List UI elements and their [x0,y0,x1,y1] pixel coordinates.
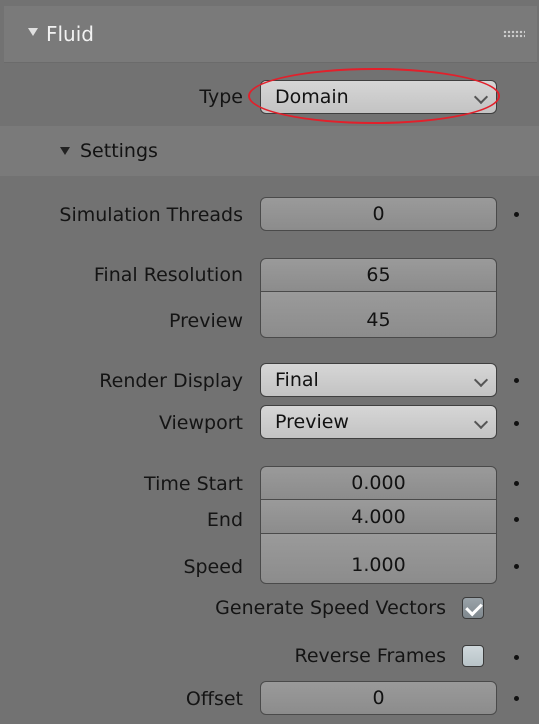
keyframe-dot-icon[interactable] [514,212,519,217]
simulation-threads-label: Simulation Threads [59,204,243,226]
final-resolution-label: Final Resolution [93,264,243,286]
keyframe-dot-icon[interactable] [514,481,519,486]
reverse-frames-label: Reverse Frames [294,645,446,667]
keyframe-dot-icon[interactable] [514,564,519,569]
speed-label: Speed [183,556,243,578]
expand-triangle-icon[interactable] [60,147,70,155]
generate-speed-vectors-checkbox[interactable] [462,597,484,619]
type-label: Type [199,86,243,108]
end-field[interactable]: 4.000 [260,500,497,534]
final-resolution-field[interactable]: 65 [260,258,497,292]
render-display-dropdown[interactable]: Final [260,363,497,397]
keyframe-dot-icon[interactable] [514,696,519,701]
expand-triangle-icon[interactable] [28,28,38,36]
simulation-threads-value: 0 [372,203,385,225]
viewport-label: Viewport [158,412,243,434]
keyframe-dot-icon[interactable] [514,421,519,426]
fluid-panel-header[interactable]: Fluid [4,6,537,63]
chevron-down-icon [473,414,489,430]
time-start-label: Time Start [144,473,243,495]
render-display-label: Render Display [99,370,243,392]
render-display-value: Final [275,369,319,391]
keyframe-dot-icon[interactable] [514,517,519,522]
offset-field[interactable]: 0 [260,681,497,715]
final-resolution-value: 65 [366,264,391,286]
simulation-threads-field[interactable]: 0 [260,197,497,231]
preview-resolution-field[interactable]: 45 [260,292,497,338]
type-dropdown[interactable]: Domain [260,80,497,114]
panel-title: Fluid [46,22,94,46]
time-start-value: 0.000 [351,472,406,494]
offset-label: Offset [185,688,243,710]
end-label: End [206,509,243,531]
keyframe-dot-icon[interactable] [514,655,519,660]
fluid-panel: Fluid Type Domain Settings Simulation Th… [0,0,539,724]
chevron-down-icon [473,372,489,388]
end-value: 4.000 [351,505,406,528]
viewport-dropdown[interactable]: Preview [260,405,497,439]
type-value: Domain [275,86,349,108]
speed-field[interactable]: 1.000 [260,534,497,584]
settings-title: Settings [80,140,158,162]
keyframe-dot-icon[interactable] [514,378,519,383]
speed-value: 1.000 [351,553,406,576]
chevron-down-icon [473,89,489,105]
time-start-field[interactable]: 0.000 [260,466,497,500]
drag-grip-icon[interactable] [503,30,525,38]
generate-speed-vectors-label: Generate Speed Vectors [215,597,446,619]
reverse-frames-checkbox[interactable] [462,645,484,667]
viewport-value: Preview [275,411,349,433]
preview-resolution-label: Preview [169,310,243,332]
preview-resolution-value: 45 [366,308,391,331]
settings-subpanel-header[interactable]: Settings [0,126,539,176]
offset-value: 0 [372,687,385,709]
